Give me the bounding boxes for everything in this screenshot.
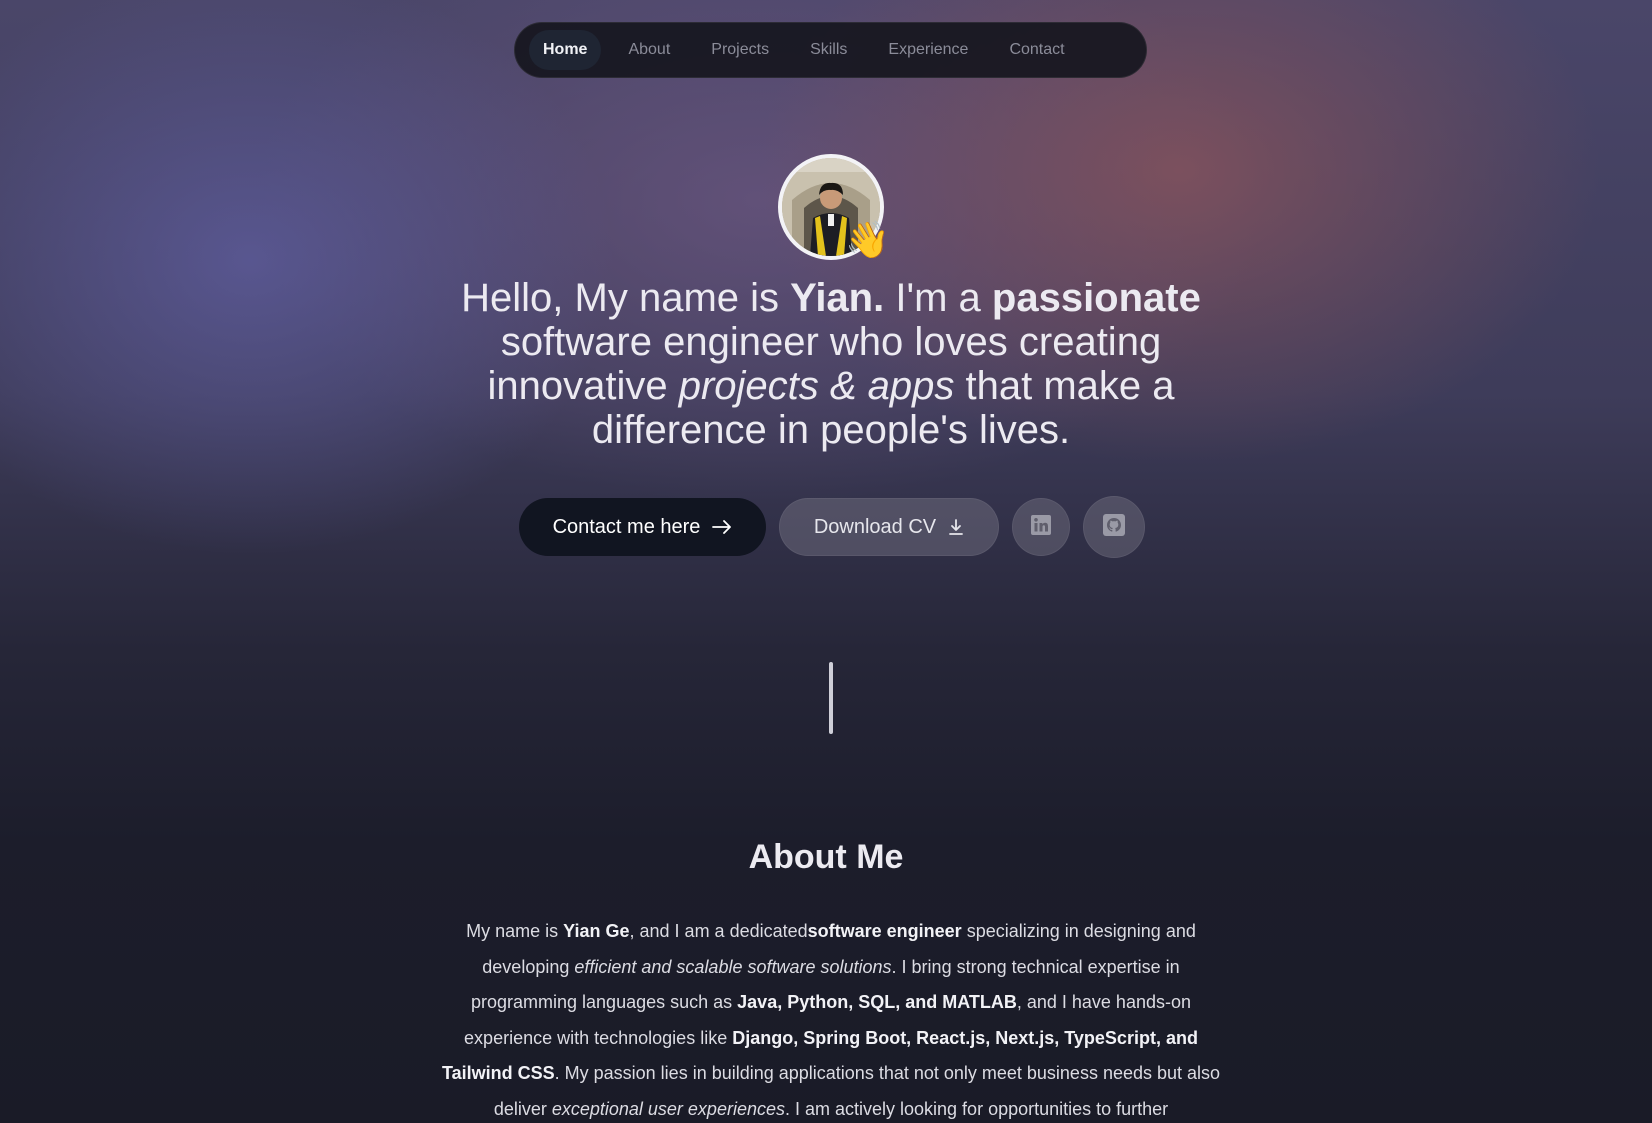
hero-headline: Hello, My name is Yian. I'm a passionate… [461, 276, 1201, 452]
portfolio-page: Home About Projects Skills Experience Co… [0, 0, 1652, 1123]
section-divider [829, 662, 833, 734]
profile-avatar-wrap: 👋 [778, 154, 890, 260]
download-cv-button[interactable]: Download CV [779, 498, 999, 556]
top-nav: Home About Projects Skills Experience Co… [514, 22, 1147, 78]
hero-name: Yian. [790, 276, 885, 320]
cta-row: Contact me here Download CV [519, 496, 1158, 558]
waving-hand-icon: 👋 [845, 219, 890, 260]
download-icon [948, 518, 964, 536]
contact-me-label: Contact me here [552, 515, 701, 538]
nav-projects[interactable]: Projects [697, 30, 783, 70]
linkedin-icon [1030, 514, 1052, 541]
github-icon [1102, 513, 1126, 542]
github-button[interactable] [1083, 496, 1145, 558]
nav-experience[interactable]: Experience [874, 30, 982, 70]
about-title: About Me [748, 838, 904, 876]
nav-home[interactable]: Home [529, 30, 602, 70]
linkedin-button[interactable] [1012, 498, 1070, 556]
nav-about[interactable]: About [614, 30, 684, 70]
download-cv-label: Download CV [813, 515, 937, 538]
arrow-right-icon [712, 520, 732, 534]
about-paragraph: My name is Yian Ge, and I am a dedicated… [441, 921, 1221, 1119]
nav-contact[interactable]: Contact [995, 30, 1078, 70]
contact-me-button[interactable]: Contact me here [519, 498, 766, 556]
nav-skills[interactable]: Skills [796, 30, 861, 70]
